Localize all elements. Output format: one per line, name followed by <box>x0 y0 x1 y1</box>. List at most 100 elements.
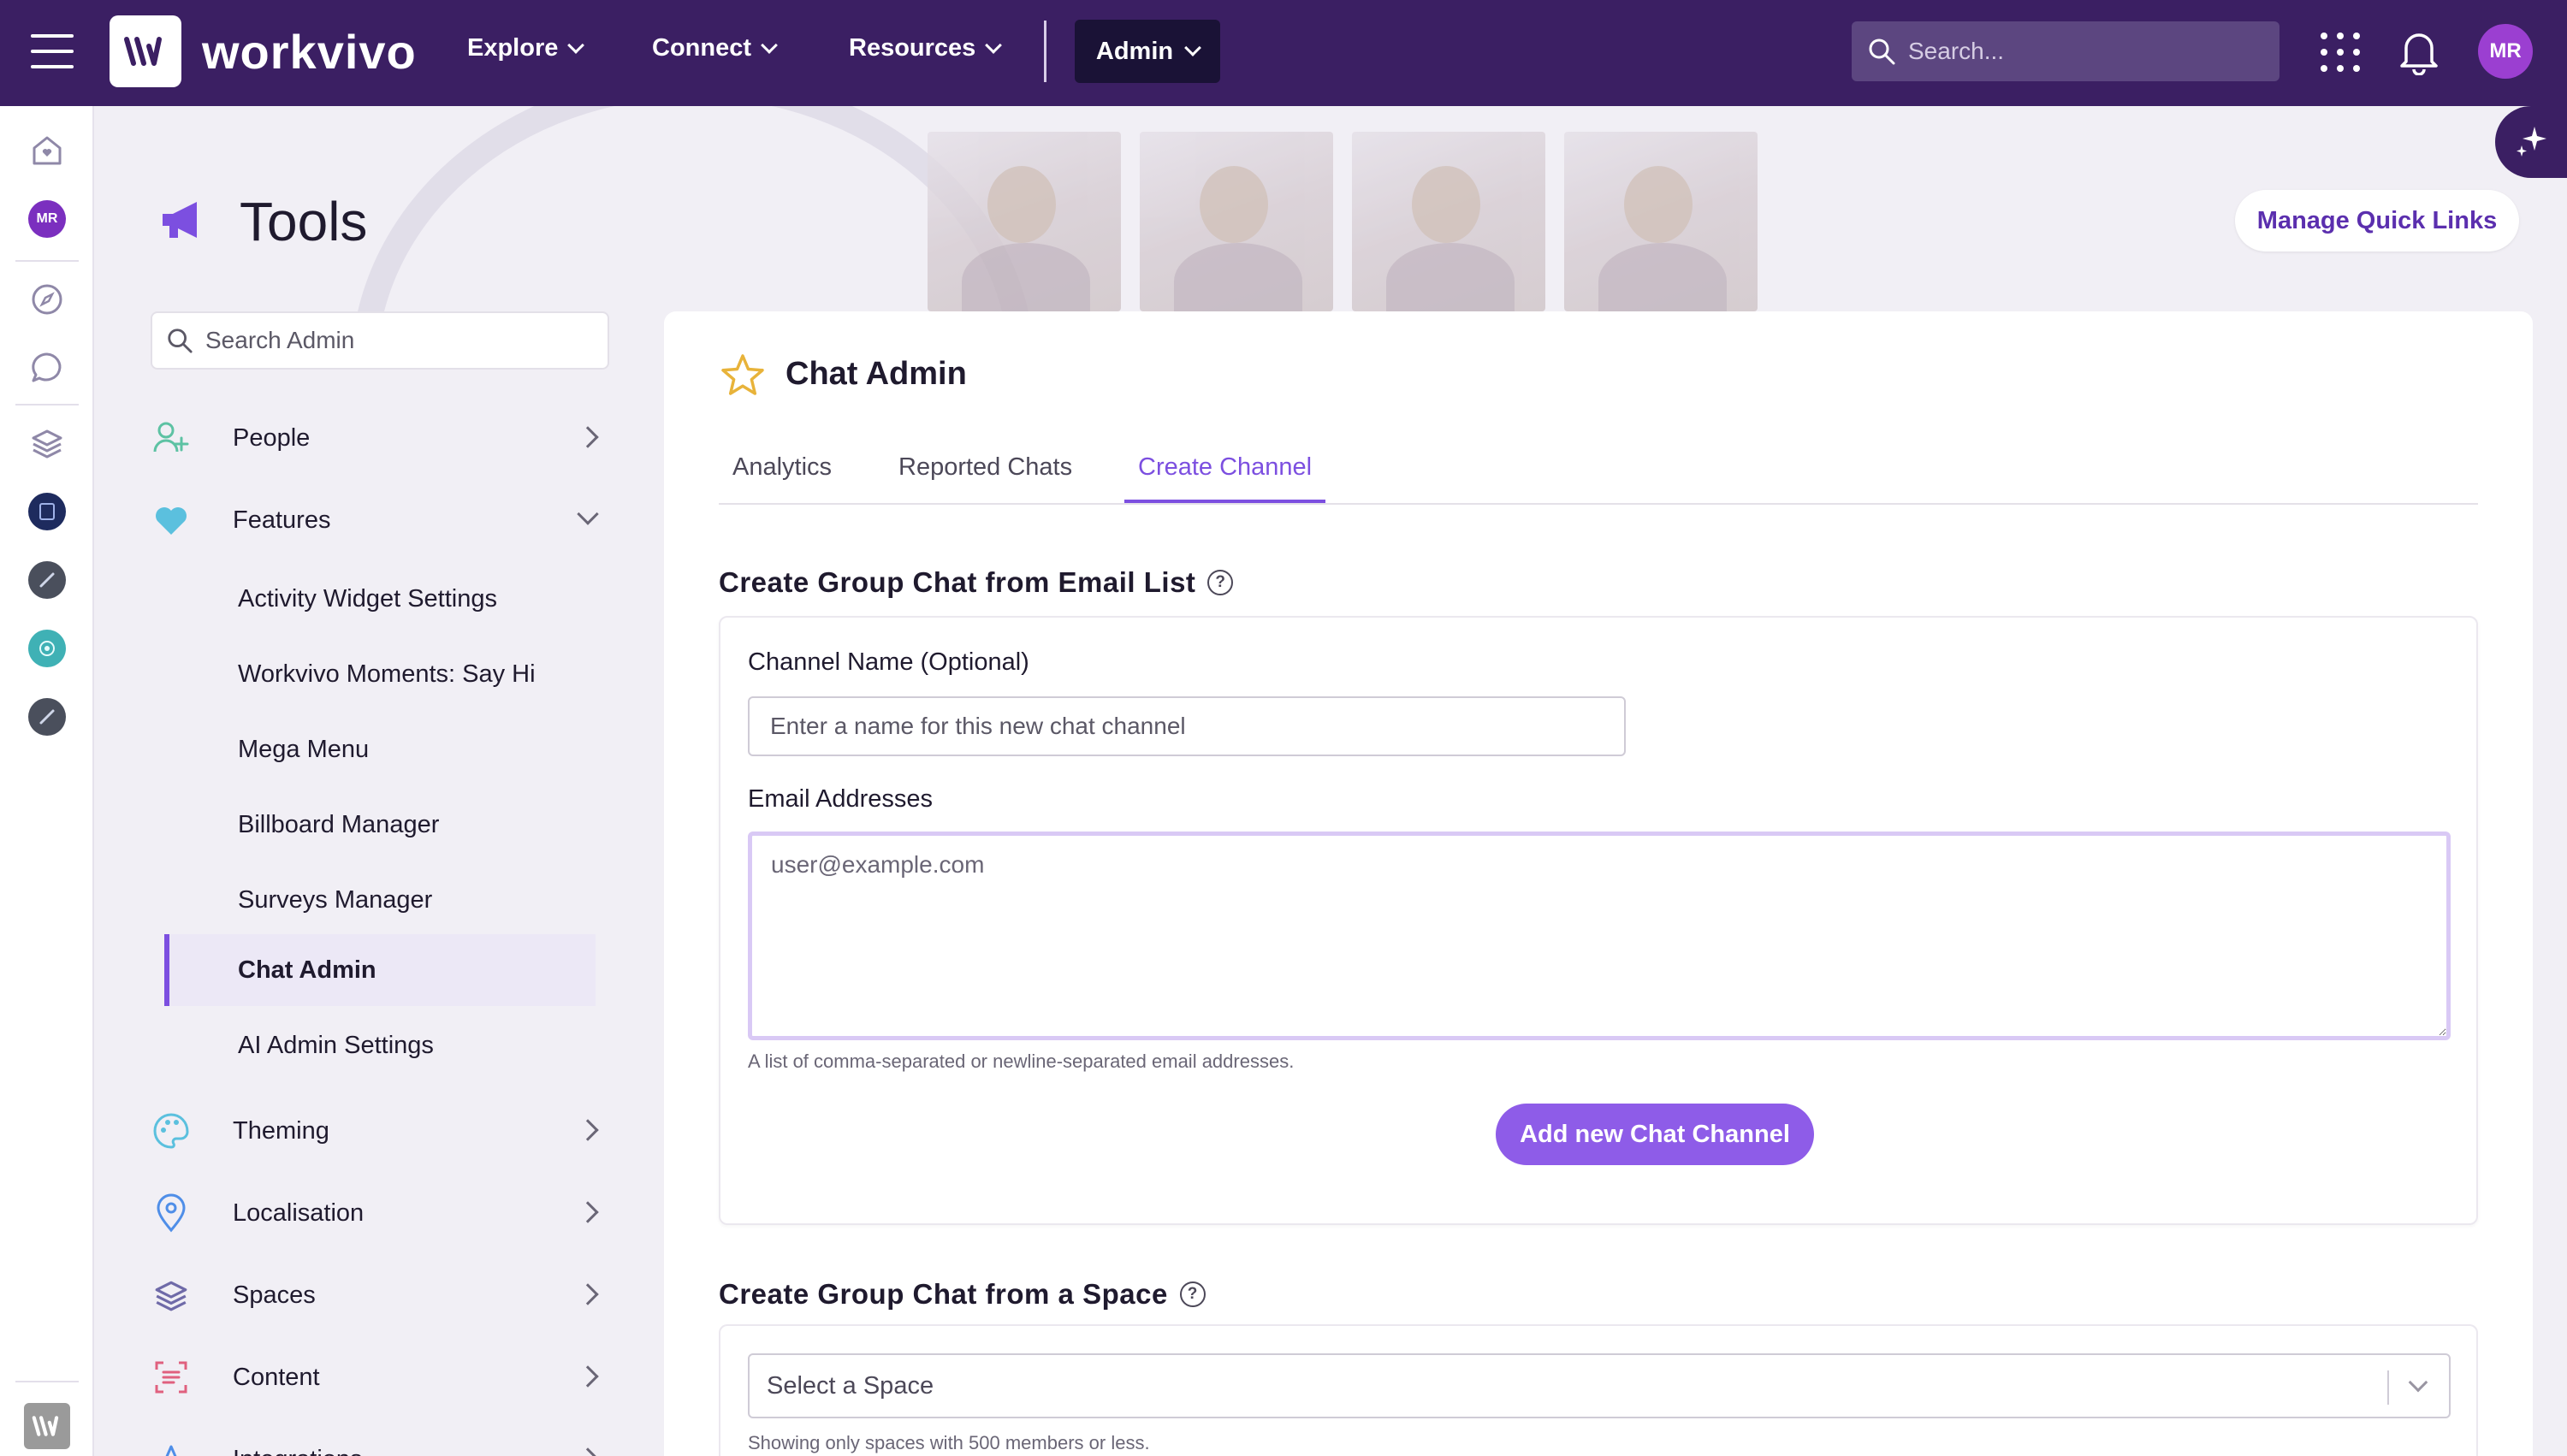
banner-photo <box>1352 132 1545 311</box>
admin-search[interactable] <box>151 311 609 370</box>
location-pin-icon <box>151 1193 192 1233</box>
admin-search-input[interactable] <box>205 327 590 354</box>
sidebar-item-label: Spaces <box>233 1281 316 1309</box>
chevron-right-icon <box>577 1119 599 1141</box>
nav-explore[interactable]: Explore <box>467 34 585 62</box>
hamburger-menu-icon[interactable] <box>31 34 74 68</box>
chevron-right-icon <box>577 426 599 448</box>
select-divider <box>2387 1370 2389 1405</box>
sidebar-subitem-surveys[interactable]: Surveys Manager <box>164 864 596 936</box>
notifications-bell-icon[interactable] <box>2398 27 2440 80</box>
search-icon <box>1869 38 1895 65</box>
sidebar-subitem-moments[interactable]: Workvivo Moments: Say Hi <box>164 638 596 710</box>
palette-icon <box>151 1111 192 1151</box>
workvivo-logo-icon[interactable] <box>110 15 181 87</box>
select-space-value: Select a Space <box>767 1371 934 1400</box>
email-addresses-hint: A list of comma-separated or newline-sep… <box>748 1051 1295 1072</box>
add-person-icon <box>151 419 192 457</box>
chevron-down-icon <box>985 36 1003 54</box>
sidebar-item-label: Content <box>233 1363 320 1391</box>
sidebar-item-localisation[interactable]: Localisation <box>151 1179 613 1247</box>
sidebar-item-people[interactable]: People <box>151 404 613 472</box>
channel-name-label: Channel Name (Optional) <box>748 648 1029 676</box>
email-chat-form: Channel Name (Optional) Email Addresses … <box>719 616 2478 1225</box>
add-chat-channel-button[interactable]: Add new Chat Channel <box>1496 1104 1814 1165</box>
sidebar-subitem-chat-admin[interactable]: Chat Admin <box>164 934 596 1006</box>
apps-grid-icon[interactable] <box>2321 33 2360 72</box>
sidebar-item-features[interactable]: Features <box>151 486 613 554</box>
user-avatar[interactable]: MR <box>2478 24 2533 79</box>
tab-analytics[interactable]: Analytics <box>732 453 832 503</box>
tab-reported-chats[interactable]: Reported Chats <box>898 453 1072 503</box>
tab-bar: Analytics Reported Chats Create Channel <box>719 447 2478 505</box>
sidebar-item-label: Features <box>233 506 331 534</box>
admin-menu-button[interactable]: Admin <box>1075 20 1220 83</box>
sidebar-item-theming[interactable]: Theming <box>151 1097 613 1165</box>
space-shortcut-icon[interactable] <box>28 561 66 599</box>
chat-admin-card: Chat Admin Analytics Reported Chats Crea… <box>664 311 2533 1456</box>
banner-photo <box>1564 132 1758 311</box>
banner-photo <box>928 132 1121 311</box>
card-title: Chat Admin <box>786 356 967 392</box>
brand-name[interactable]: workvivo <box>202 24 417 80</box>
help-icon[interactable]: ? <box>1179 1281 1206 1307</box>
rail-divider <box>15 404 79 405</box>
chat-bubble-icon[interactable] <box>28 349 66 387</box>
layers-icon <box>151 1277 192 1313</box>
section-title-text: Create Group Chat from a Space <box>719 1278 1168 1310</box>
nav-explore-label: Explore <box>467 34 559 62</box>
search-icon <box>168 328 193 353</box>
global-search[interactable] <box>1852 21 2279 81</box>
hero-banner <box>94 106 2567 311</box>
nav-connect[interactable]: Connect <box>652 34 778 62</box>
space-shortcut-icon[interactable] <box>28 630 66 667</box>
home-icon[interactable] <box>28 132 66 169</box>
sidebar-item-spaces[interactable]: Spaces <box>151 1261 613 1329</box>
rail-avatar[interactable]: MR <box>28 200 66 238</box>
space-select-hint: Showing only spaces with 500 members or … <box>748 1432 1150 1453</box>
channel-name-input[interactable] <box>748 696 1626 756</box>
sidebar-item-integrations[interactable]: Integrations <box>151 1425 613 1456</box>
select-space-dropdown[interactable]: Select a Space <box>748 1353 2451 1418</box>
space-shortcut-icon[interactable] <box>28 493 66 530</box>
space-shortcut-icon[interactable] <box>28 698 66 736</box>
admin-label: Admin <box>1095 37 1174 65</box>
chevron-down-icon <box>1184 39 1202 56</box>
chevron-right-icon <box>577 1283 599 1305</box>
nav-resources-label: Resources <box>849 34 976 62</box>
chevron-down-icon <box>761 36 778 54</box>
chevron-right-icon <box>577 1447 599 1456</box>
integrations-icon <box>151 1441 192 1456</box>
sidebar-subitem-activity-widget[interactable]: Activity Widget Settings <box>164 563 596 635</box>
email-section-title: Create Group Chat from Email List ? <box>719 566 1234 599</box>
nav-divider <box>1044 21 1046 82</box>
workvivo-mini-logo-icon[interactable] <box>24 1403 70 1449</box>
sidebar-item-label: Localisation <box>233 1199 365 1227</box>
spaces-layers-icon[interactable] <box>28 424 66 462</box>
help-icon[interactable]: ? <box>1207 570 1234 595</box>
star-icon[interactable] <box>719 352 767 403</box>
chevron-right-icon <box>577 1365 599 1388</box>
email-addresses-label: Email Addresses <box>748 785 933 813</box>
banner-photo <box>1140 132 1333 311</box>
chevron-down-icon <box>577 503 599 525</box>
tab-create-channel[interactable]: Create Channel <box>1124 453 1326 503</box>
rail-divider <box>15 1381 79 1382</box>
section-title-text: Create Group Chat from Email List <box>719 566 1196 598</box>
left-rail: MR <box>0 106 94 1456</box>
nav-resources[interactable]: Resources <box>849 34 1003 62</box>
sidebar-item-content[interactable]: Content <box>151 1343 613 1412</box>
sidebar-subitem-mega-menu[interactable]: Mega Menu <box>164 713 596 785</box>
content-scan-icon <box>151 1359 192 1395</box>
chevron-right-icon <box>577 1201 599 1223</box>
email-addresses-textarea[interactable] <box>748 832 2451 1040</box>
global-search-input[interactable] <box>1908 38 2268 65</box>
sidebar-subitem-billboard[interactable]: Billboard Manager <box>164 789 596 861</box>
manage-quick-links-button[interactable]: Manage Quick Links <box>2235 190 2519 252</box>
ai-sparkle-icon[interactable] <box>2495 106 2567 178</box>
space-section-title: Create Group Chat from a Space ? <box>719 1278 1206 1311</box>
sidebar-subitem-ai-admin[interactable]: AI Admin Settings <box>164 1009 596 1081</box>
sidebar-item-label: Integrations <box>233 1446 363 1456</box>
explore-compass-icon[interactable] <box>28 281 66 318</box>
nav-connect-label: Connect <box>652 34 751 62</box>
